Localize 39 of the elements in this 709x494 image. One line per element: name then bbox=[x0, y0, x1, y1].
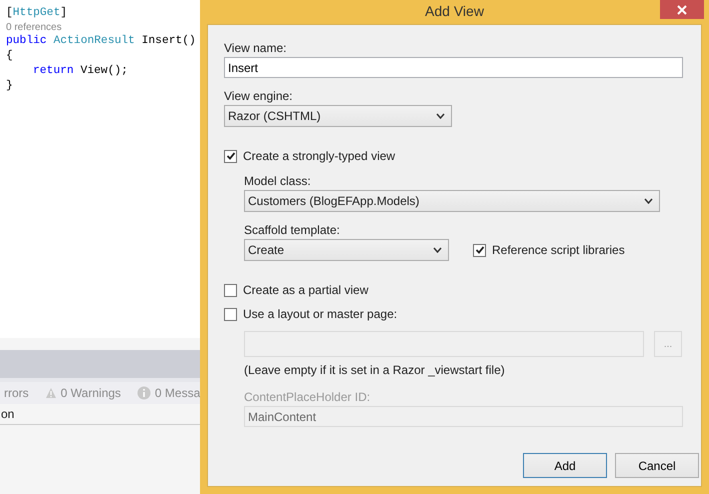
dialog-title: Add View bbox=[425, 2, 484, 18]
chevron-down-icon bbox=[644, 198, 653, 204]
model-class-dropdown[interactable]: Customers (BlogEFApp.Models) bbox=[244, 190, 660, 212]
chevron-down-icon bbox=[436, 113, 445, 119]
code-token: View(); bbox=[79, 65, 128, 77]
code-editor[interactable]: [HttpGet] 0 references public ActionResult Insert() { return View(); } bbox=[0, 0, 200, 338]
code-token: { bbox=[6, 50, 13, 62]
field-label: Model class: bbox=[244, 174, 311, 188]
code-token: Insert() bbox=[140, 35, 196, 47]
field-label: Scaffold template: bbox=[244, 223, 340, 237]
view-engine-dropdown[interactable]: Razor (CSHTML) bbox=[224, 105, 452, 127]
close-button[interactable] bbox=[660, 0, 704, 19]
code-token: public bbox=[6, 35, 48, 47]
references-link[interactable]: 0 references bbox=[6, 22, 62, 33]
code-token: ] bbox=[60, 7, 68, 19]
warning-icon bbox=[44, 387, 57, 399]
partial-view-checkbox[interactable]: Create as a partial view bbox=[224, 283, 368, 297]
code-token: return bbox=[33, 65, 74, 77]
checkmark-icon bbox=[226, 151, 236, 161]
field-label: ContentPlaceHolder ID: bbox=[244, 390, 370, 404]
chevron-down-icon bbox=[433, 247, 442, 253]
scaffold-template-dropdown[interactable]: Create bbox=[244, 239, 449, 261]
code-token: [ bbox=[6, 7, 13, 19]
checkmark-icon bbox=[474, 245, 484, 255]
field-label: View name: bbox=[224, 41, 286, 55]
reference-scripts-checkbox[interactable]: Reference script libraries bbox=[473, 243, 625, 257]
info-icon bbox=[136, 386, 151, 400]
close-icon bbox=[677, 4, 687, 14]
dialog-button[interactable]: Add bbox=[523, 453, 607, 478]
code-token: } bbox=[6, 80, 13, 92]
code-token: HttpGet bbox=[12, 7, 60, 19]
panel-splitter[interactable] bbox=[0, 350, 200, 382]
field-label: View engine: bbox=[224, 89, 292, 103]
dialog-button[interactable]: Cancel bbox=[615, 453, 699, 478]
use-layout-checkbox[interactable]: Use a layout or master page: bbox=[224, 307, 398, 321]
layout-note: (Leave empty if it is set in a Razor _viewstart file) bbox=[244, 363, 505, 377]
code-token: ActionResult bbox=[53, 35, 135, 47]
view-name-field[interactable]: Insert bbox=[224, 57, 683, 78]
strongly-typed-checkbox[interactable]: Create a strongly-typed view bbox=[224, 149, 396, 163]
